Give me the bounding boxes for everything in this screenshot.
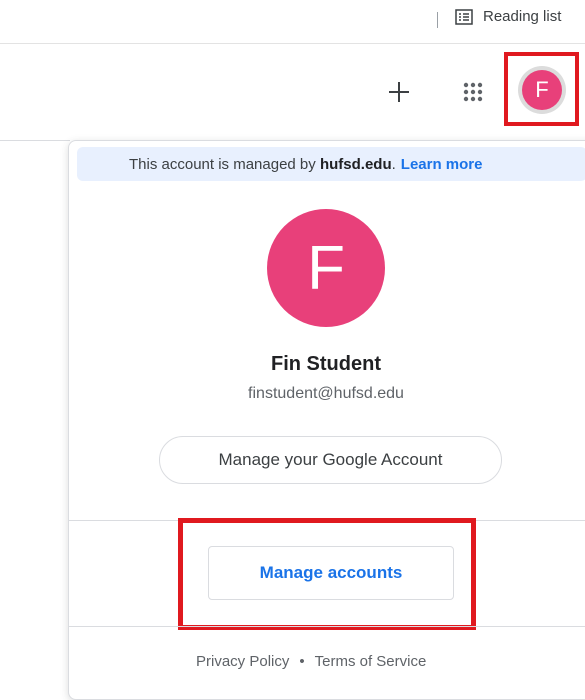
learn-more-link[interactable]: Learn more	[401, 156, 483, 173]
reading-list-label: Reading list	[483, 8, 562, 25]
bookmarks-separator	[437, 12, 438, 28]
popup-footer-divider	[69, 626, 585, 627]
account-popup: This account is managed by hufsd.edu. Le…	[68, 140, 585, 700]
managed-domain: hufsd.edu	[319, 155, 392, 173]
popup-footer: Privacy Policy • Terms of Service	[69, 653, 585, 670]
reading-list-icon	[455, 8, 473, 25]
managed-suffix: .	[391, 155, 396, 173]
terms-of-service-link[interactable]: Terms of Service	[315, 653, 427, 670]
managed-account-banner: This account is managed by hufsd.edu. Le…	[77, 147, 585, 181]
bookmarks-bar: Reading list	[0, 0, 585, 44]
profile-avatar: F	[267, 209, 385, 327]
apps-grid-icon	[463, 82, 483, 102]
footer-separator: •	[299, 653, 305, 670]
avatar-highlight-box	[504, 52, 579, 126]
reading-list-button[interactable]: Reading list	[455, 8, 561, 25]
apps-button[interactable]	[458, 77, 488, 107]
manage-accounts-highlight-box	[178, 518, 476, 630]
header-divider	[0, 140, 70, 141]
profile-avatar-letter: F	[307, 233, 345, 303]
app-header	[0, 45, 585, 140]
managed-prefix: This account is managed by	[129, 155, 316, 173]
user-email: finstudent@hufsd.edu	[248, 385, 404, 402]
plus-icon	[389, 82, 409, 102]
add-button[interactable]	[384, 77, 414, 107]
page: Reading list F This account is managed b…	[0, 0, 585, 700]
user-name: Fin Student	[271, 353, 381, 375]
manage-google-account-button[interactable]: Manage your Google Account	[159, 436, 502, 484]
privacy-policy-link[interactable]: Privacy Policy	[196, 653, 289, 670]
